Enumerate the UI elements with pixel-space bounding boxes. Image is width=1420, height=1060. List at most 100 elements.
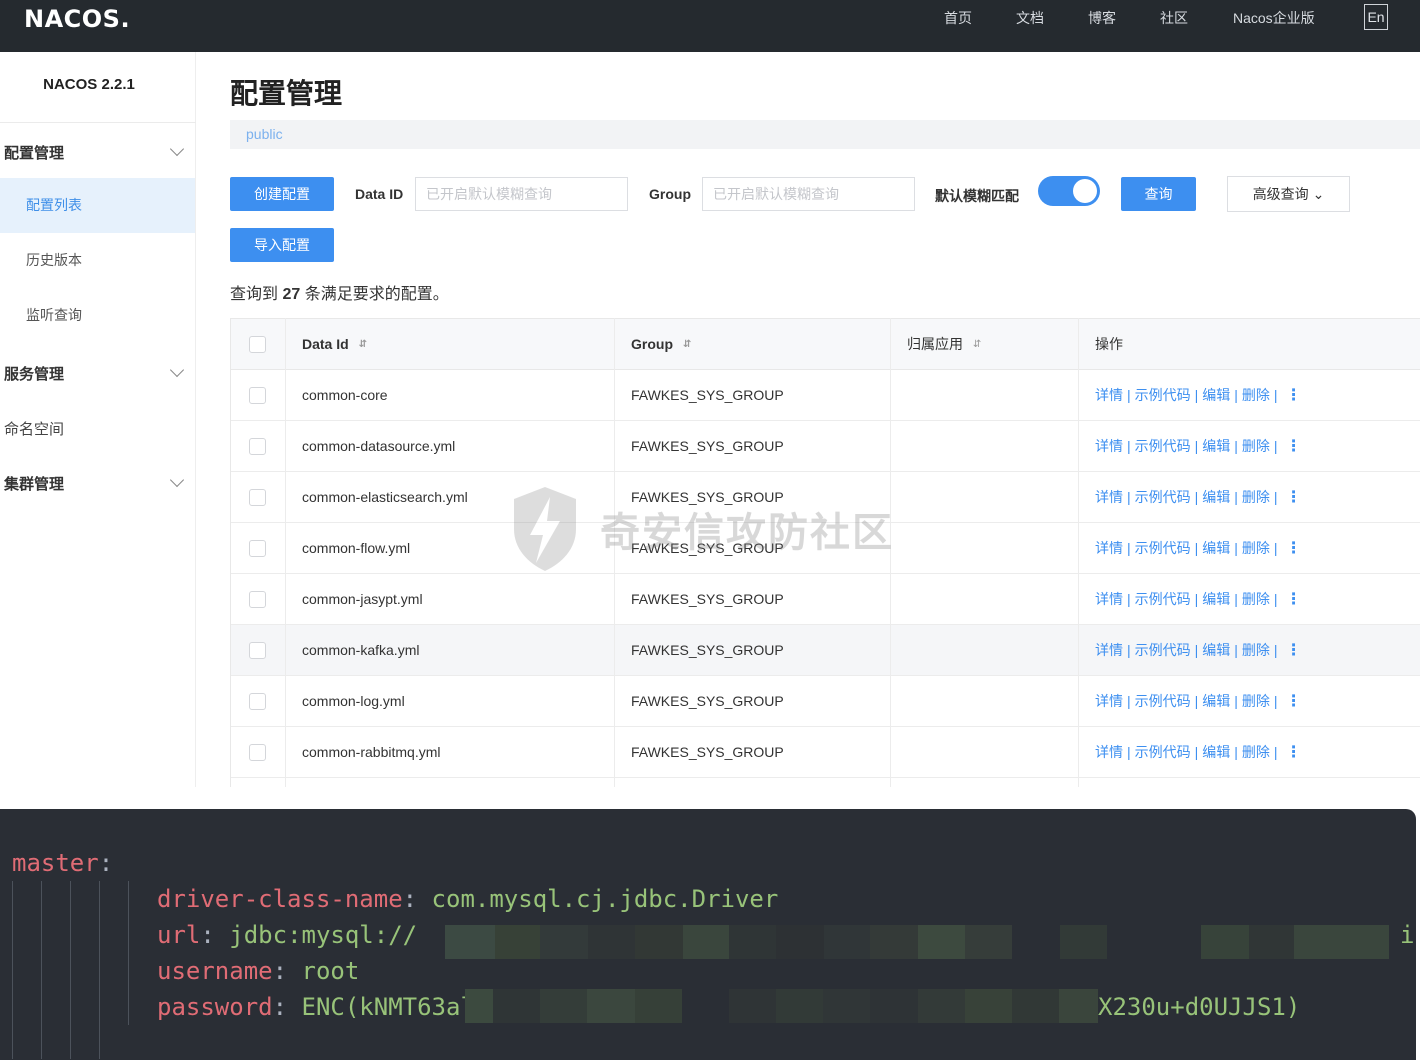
more-vertical-icon[interactable]: ⋮: [1286, 538, 1302, 558]
row-checkbox[interactable]: [249, 488, 266, 506]
sort-icon[interactable]: ⇵: [359, 339, 367, 350]
more-vertical-icon[interactable]: ⋮: [1286, 691, 1302, 711]
cell-group: FAWKES_SYS_GROUP: [631, 744, 784, 760]
more-vertical-icon[interactable]: ⋮: [1286, 436, 1302, 456]
redaction-block: [918, 989, 965, 1023]
delete-link[interactable]: 删除: [1242, 742, 1270, 762]
namespace-public-link[interactable]: public: [246, 126, 283, 142]
more-vertical-icon[interactable]: ⋮: [1286, 742, 1302, 762]
header-actions-label: 操作: [1095, 336, 1123, 352]
edit-link[interactable]: 编辑: [1202, 385, 1230, 405]
edit-link[interactable]: 编辑: [1202, 538, 1230, 558]
nav-community-link[interactable]: 社区: [1160, 8, 1188, 28]
delete-link[interactable]: 删除: [1242, 640, 1270, 660]
detail-link[interactable]: 详情: [1095, 691, 1123, 711]
delete-link[interactable]: 删除: [1242, 436, 1270, 456]
cell-actions: 详情 | 示例代码 | 编辑 | 删除 | ⋮: [1095, 385, 1302, 405]
table-row: common-flow.yml FAWKES_SYS_GROUP 详情 | 示例代码 | 编…: [231, 523, 1420, 574]
sort-icon[interactable]: ⇵: [683, 339, 691, 350]
sample-code-link[interactable]: 示例代码: [1135, 487, 1191, 507]
indent-guide: [99, 881, 100, 1059]
table-row: common-datasource.yml FAWKES_SYS_GROUP 详情 |…: [231, 421, 1420, 472]
row-checkbox[interactable]: [249, 692, 266, 710]
yaml-value: root: [301, 957, 360, 985]
sample-code-link[interactable]: 示例代码: [1135, 436, 1191, 456]
select-all-checkbox[interactable]: [249, 335, 266, 353]
edit-link[interactable]: 编辑: [1202, 436, 1230, 456]
redaction-block: [776, 989, 823, 1023]
language-switch-button[interactable]: En: [1364, 4, 1388, 30]
detail-link[interactable]: 详情: [1095, 640, 1123, 660]
sample-code-link[interactable]: 示例代码: [1135, 742, 1191, 762]
row-checkbox[interactable]: [249, 590, 266, 608]
redaction-block: [588, 925, 635, 959]
detail-link[interactable]: 详情: [1095, 742, 1123, 762]
more-vertical-icon[interactable]: ⋮: [1286, 589, 1302, 609]
chevron-down-icon[interactable]: [169, 362, 185, 378]
query-button[interactable]: 查询: [1121, 177, 1196, 211]
row-checkbox[interactable]: [249, 539, 266, 557]
sidebar-group-config[interactable]: 配置管理: [4, 142, 64, 163]
nav-blog-link[interactable]: 博客: [1088, 8, 1116, 28]
edit-link[interactable]: 编辑: [1202, 691, 1230, 711]
row-checkbox[interactable]: [249, 437, 266, 455]
cell-group: FAWKES_SYS_GROUP: [631, 438, 784, 454]
row-checkbox[interactable]: [249, 641, 266, 659]
delete-link[interactable]: 删除: [1242, 487, 1270, 507]
delete-link[interactable]: 删除: [1242, 385, 1270, 405]
sort-icon[interactable]: ⇵: [973, 339, 981, 350]
data-id-input[interactable]: [415, 177, 628, 211]
edit-link[interactable]: 编辑: [1202, 487, 1230, 507]
detail-link[interactable]: 详情: [1095, 436, 1123, 456]
cell-data-id: common-jasypt.yml: [302, 591, 423, 607]
redaction-block: [1060, 925, 1107, 959]
sidebar-group-service[interactable]: 服务管理: [4, 363, 64, 384]
row-checkbox[interactable]: [249, 743, 266, 761]
header-data-id[interactable]: Data Id ⇵: [285, 319, 614, 369]
row-checkbox[interactable]: [249, 386, 266, 404]
group-input[interactable]: [702, 177, 915, 211]
sample-code-link[interactable]: 示例代码: [1135, 691, 1191, 711]
detail-link[interactable]: 详情: [1095, 538, 1123, 558]
edit-link[interactable]: 编辑: [1202, 589, 1230, 609]
delete-link[interactable]: 删除: [1242, 589, 1270, 609]
advanced-query-button[interactable]: 高级查询 ⌄: [1227, 176, 1350, 212]
sidebar-group-cluster[interactable]: 集群管理: [4, 473, 64, 494]
delete-link[interactable]: 删除: [1242, 691, 1270, 711]
sample-code-link[interactable]: 示例代码: [1135, 538, 1191, 558]
yaml-value: in: [1400, 921, 1416, 949]
header-actions: 操作: [1078, 319, 1420, 369]
sidebar-item-listener[interactable]: 监听查询: [0, 288, 195, 343]
sample-code-link[interactable]: 示例代码: [1135, 640, 1191, 660]
redaction-block: [965, 989, 1012, 1023]
more-vertical-icon[interactable]: ⋮: [1286, 487, 1302, 507]
sidebar-item-namespace[interactable]: 命名空间: [4, 418, 64, 439]
sidebar-item-config-list[interactable]: 配置列表: [0, 178, 195, 233]
chevron-down-icon[interactable]: [169, 141, 185, 157]
redaction-block: [1012, 989, 1059, 1023]
detail-link[interactable]: 详情: [1095, 487, 1123, 507]
sidebar-item-history[interactable]: 历史版本: [0, 233, 195, 288]
fuzzy-match-toggle[interactable]: [1038, 176, 1100, 206]
sample-code-link[interactable]: 示例代码: [1135, 385, 1191, 405]
chevron-down-icon[interactable]: [169, 472, 185, 488]
detail-link[interactable]: 详情: [1095, 385, 1123, 405]
more-vertical-icon[interactable]: ⋮: [1286, 385, 1302, 405]
edit-link[interactable]: 编辑: [1202, 640, 1230, 660]
edit-link[interactable]: 编辑: [1202, 742, 1230, 762]
header-group[interactable]: Group ⇵: [614, 319, 890, 369]
redaction-block: [445, 925, 495, 959]
header-app[interactable]: 归属应用 ⇵: [890, 319, 1078, 369]
detail-link[interactable]: 详情: [1095, 589, 1123, 609]
top-navbar: NACOS. 首页 文档 博客 社区 Nacos企业版 En: [0, 0, 1420, 52]
nav-docs-link[interactable]: 文档: [1016, 8, 1044, 28]
nacos-logo[interactable]: NACOS.: [24, 5, 130, 33]
nav-home-link[interactable]: 首页: [944, 8, 972, 28]
delete-link[interactable]: 删除: [1242, 538, 1270, 558]
sample-code-link[interactable]: 示例代码: [1135, 589, 1191, 609]
create-config-button[interactable]: 创建配置: [230, 177, 334, 211]
nav-enterprise-link[interactable]: Nacos企业版: [1233, 8, 1315, 28]
import-config-button[interactable]: 导入配置: [230, 228, 334, 262]
more-vertical-icon[interactable]: ⋮: [1286, 640, 1302, 660]
cell-actions: 详情 | 示例代码 | 编辑 | 删除 | ⋮: [1095, 691, 1302, 711]
